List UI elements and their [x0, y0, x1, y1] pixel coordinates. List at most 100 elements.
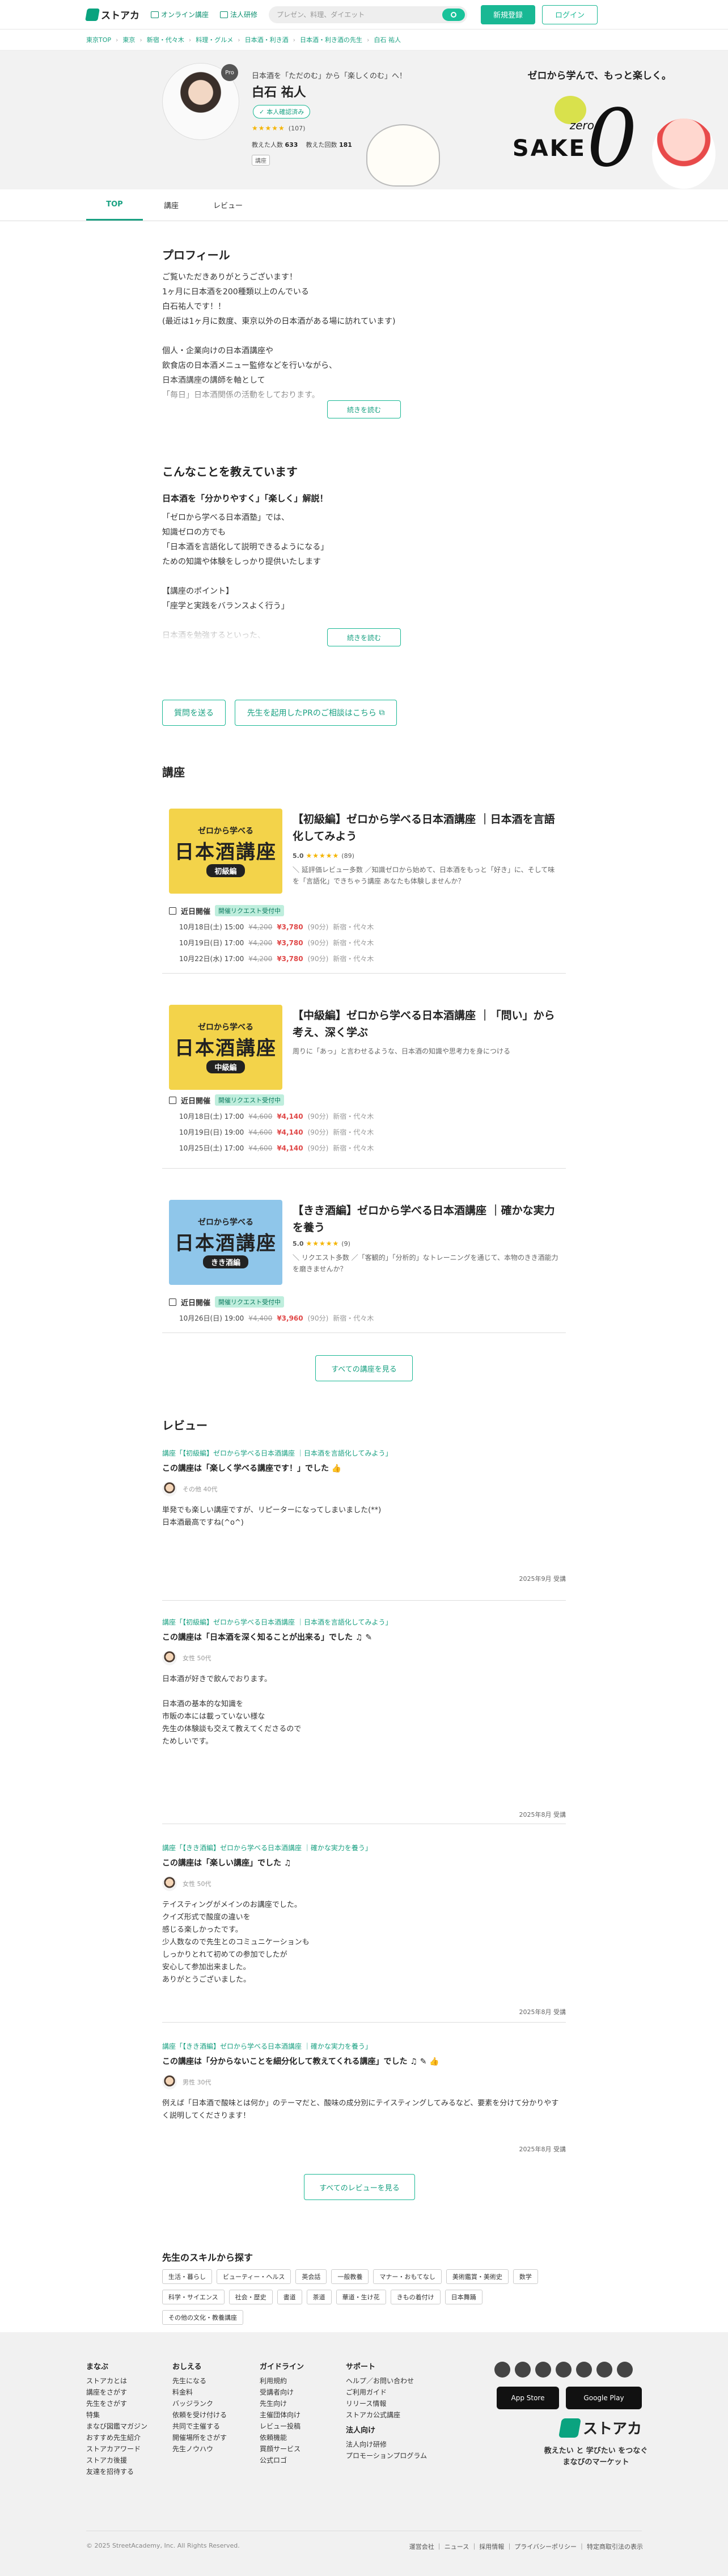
footer-link[interactable]: 料金料 [172, 2387, 227, 2398]
star-rating-icon: ★★★★★ [306, 1240, 340, 1247]
footer-link[interactable]: レビュー投稿 [260, 2421, 304, 2432]
course-title[interactable]: 【きき酒編】ゼロから学べる日本酒講座 ｜確かな実力を養う [293, 1202, 559, 1236]
skill-chip[interactable]: 茶道 [306, 2290, 332, 2304]
skill-chip[interactable]: 華道・生け花 [336, 2290, 386, 2304]
breadcrumb-item[interactable]: 料理・グルメ [196, 35, 233, 44]
footer-link[interactable]: ストアカアワード [86, 2443, 147, 2455]
footer-link[interactable]: ご利用ガイド [346, 2387, 427, 2398]
skill-chip[interactable]: 社会・歴史 [228, 2290, 273, 2304]
schedule-slot[interactable]: 10月19日(日) 17:00 ¥4,200 ¥3,780 (90分) 新宿・代々木 [179, 938, 374, 948]
footer-link[interactable]: プロモーションプログラム [346, 2450, 427, 2461]
app-store-button[interactable]: App Store [497, 2387, 559, 2409]
course-thumbnail[interactable]: ゼロから学べる 日本酒講座 初級編 [169, 809, 282, 894]
youtube-icon[interactable] [494, 2362, 510, 2378]
footer-link[interactable]: 先生向け [260, 2398, 304, 2409]
breadcrumb-item[interactable]: 東京 [122, 35, 135, 44]
skill-chip[interactable]: マナー・おもてなし [373, 2269, 442, 2284]
footer-link[interactable]: ストアカとは [86, 2375, 147, 2387]
schedule-slot[interactable]: 10月22日(水) 17:00 ¥4,200 ¥3,780 (90分) 新宿・代々木 [179, 954, 374, 963]
corporate-training-link[interactable]: 法人研修 [220, 10, 257, 19]
tab-courses[interactable]: 講座 [143, 189, 200, 221]
footer-link[interactable]: 友達を招待する [86, 2466, 147, 2477]
skill-chip[interactable]: 書道 [277, 2290, 302, 2304]
pinterest-icon[interactable] [576, 2362, 592, 2378]
skill-chip[interactable]: 一般教養 [331, 2269, 369, 2284]
tab-top[interactable]: TOP [86, 189, 143, 221]
review-course-link[interactable]: 【初級編】ゼロから学べる日本酒講座 ｜日本酒を言語化してみよう [183, 1618, 385, 1626]
breadcrumb-item[interactable]: 日本酒・利き酒の先生 [300, 35, 362, 44]
search-box[interactable]: プレゼン、料理、ダイエット [269, 6, 468, 23]
facebook-icon[interactable] [556, 2362, 572, 2378]
search-button[interactable] [442, 8, 465, 21]
schedule-slot[interactable]: 10月18日(土) 15:00 ¥4,200 ¥3,780 (90分) 新宿・代々木 [179, 922, 374, 932]
x-icon[interactable] [535, 2362, 551, 2378]
id-verified-badge[interactable]: ✓ 本人確認済み [253, 105, 311, 119]
course-title[interactable]: 【初級編】ゼロから学べる日本酒講座 ｜日本酒を言語化してみよう [293, 811, 559, 845]
schedule-slot[interactable]: 10月19日(日) 19:00 ¥4,600 ¥4,140 (90分) 新宿・代々木 [179, 1127, 374, 1137]
profile-read-more-button[interactable]: 続きを読む [327, 400, 401, 418]
teacher-rating[interactable]: ★★★★★ (107) [252, 124, 305, 132]
footer-link[interactable]: 利用規約 [260, 2375, 304, 2387]
skill-chip[interactable]: 英会話 [295, 2269, 327, 2284]
breadcrumb-item[interactable]: 東京TOP [86, 35, 111, 44]
breadcrumb-item[interactable]: 新宿・代々木 [147, 35, 184, 44]
footer-link[interactable]: 公式ロゴ [260, 2455, 304, 2466]
online-courses-link[interactable]: オンライン講座 [151, 10, 209, 19]
footer-link[interactable]: 先生ノウハウ [172, 2443, 227, 2455]
google-play-button[interactable]: Google Play [566, 2387, 642, 2409]
course-thumbnail[interactable]: ゼロから学べる 日本酒講座 中級編 [169, 1005, 282, 1090]
footer-link[interactable]: ヘルプ／お問い合わせ [346, 2375, 427, 2387]
footer-link[interactable]: おすすめ先生紹介 [86, 2432, 147, 2443]
breadcrumb-item[interactable]: 日本酒・利き酒 [245, 35, 289, 44]
footer-link[interactable]: 開催場所をさがす [172, 2432, 227, 2443]
footer-link[interactable]: 法人向け研修 [346, 2439, 427, 2450]
footer-link[interactable]: リリース情報 [346, 2398, 427, 2409]
footer-link[interactable]: ストアカ後援 [86, 2455, 147, 2466]
course-description: ＼ 延評価レビュー多数 ／知識ゼロから始めて、日本酒をもっと「好き」に、そして味… [293, 866, 555, 885]
course-title[interactable]: 【中級編】ゼロから学べる日本酒講座 ｜「問い」から考え、深く学ぶ [293, 1007, 559, 1041]
search-input[interactable]: プレゼン、料理、ダイエット [277, 10, 365, 19]
skill-chip[interactable]: 科学・サイエンス [162, 2290, 225, 2304]
skill-chip[interactable]: きもの着付け [390, 2290, 441, 2304]
schedule-slot[interactable]: 10月26日(日) 19:00 ¥4,400 ¥3,960 (90分) 新宿・代々木 [179, 1313, 374, 1323]
footer-link[interactable]: 講座をさがす [86, 2387, 147, 2398]
skill-chip[interactable]: ビューティー・ヘルス [217, 2269, 291, 2284]
skill-chip[interactable]: 生活・暮らし [162, 2269, 212, 2284]
footer-link[interactable]: ストアカ公式講座 [346, 2409, 427, 2421]
footer-link[interactable]: 共同で主催する [172, 2421, 227, 2432]
footer-link[interactable]: 先生をさがす [86, 2398, 147, 2409]
footer-link[interactable]: 依頼機能 [260, 2432, 304, 2443]
footer-link[interactable]: バッジランク [172, 2398, 227, 2409]
note-icon[interactable] [617, 2362, 633, 2378]
review-course-link[interactable]: 【きき酒編】ゼロから学べる日本酒講座 ｜確かな実力を養う [183, 1844, 365, 1852]
pr-consult-button[interactable]: 先生を起用したPRのご相談はこちら ⧉ [235, 700, 397, 726]
login-button[interactable]: ログイン [542, 5, 598, 24]
footer-link[interactable]: 主催団体向け [260, 2409, 304, 2421]
schedule-slot[interactable]: 10月25日(土) 17:00 ¥4,600 ¥4,140 (90分) 新宿・代々木 [179, 1143, 374, 1153]
footer-link[interactable]: 先生になる [172, 2375, 227, 2387]
skill-chip[interactable]: 数学 [513, 2269, 538, 2284]
skill-chip[interactable]: 美術鑑賞・美術史 [446, 2269, 509, 2284]
tab-reviews[interactable]: レビュー [200, 189, 256, 221]
skill-chip[interactable]: その他の文化・教養講座 [162, 2310, 243, 2325]
instagram-icon[interactable] [515, 2362, 531, 2378]
line-icon[interactable] [596, 2362, 612, 2378]
review-course-link[interactable]: 【初級編】ゼロから学べる日本酒講座 ｜日本酒を言語化してみよう [183, 1449, 385, 1457]
course-thumbnail[interactable]: ゼロから学べる 日本酒講座 きき酒編 [169, 1200, 282, 1285]
see-all-courses-button[interactable]: すべての講座を見る [315, 1355, 413, 1381]
register-button[interactable]: 新規登録 [481, 5, 536, 24]
footer-legal-links[interactable]: 運営会社 ｜ ニュース ｜ 採用情報 ｜ プライバシーポリシー ｜ 特定商取引法… [409, 2542, 643, 2551]
schedule-slot[interactable]: 10月18日(土) 17:00 ¥4,600 ¥4,140 (90分) 新宿・代々木 [179, 1111, 374, 1121]
skill-chip[interactable]: 日本舞踊 [445, 2290, 482, 2304]
review-course-link[interactable]: 【きき酒編】ゼロから学べる日本酒講座 ｜確かな実力を養う [183, 2042, 365, 2050]
site-logo[interactable]: ストアカ [85, 7, 139, 22]
footer-link[interactable]: 受講者向け [260, 2387, 304, 2398]
footer-link[interactable]: 特集 [86, 2409, 147, 2421]
footer-link[interactable]: 依頼を受け付ける [172, 2409, 227, 2421]
see-all-reviews-button[interactable]: すべてのレビューを見る [304, 2174, 415, 2200]
footer-link[interactable]: 買顔サービス [260, 2443, 304, 2455]
ask-question-button[interactable]: 質問を送る [162, 700, 226, 726]
teach-read-more-button[interactable]: 続きを読む [327, 628, 401, 646]
footer-link[interactable]: まなび図鑑マガジン [86, 2421, 147, 2432]
footer-logo[interactable]: ストアカ [558, 2417, 642, 2438]
